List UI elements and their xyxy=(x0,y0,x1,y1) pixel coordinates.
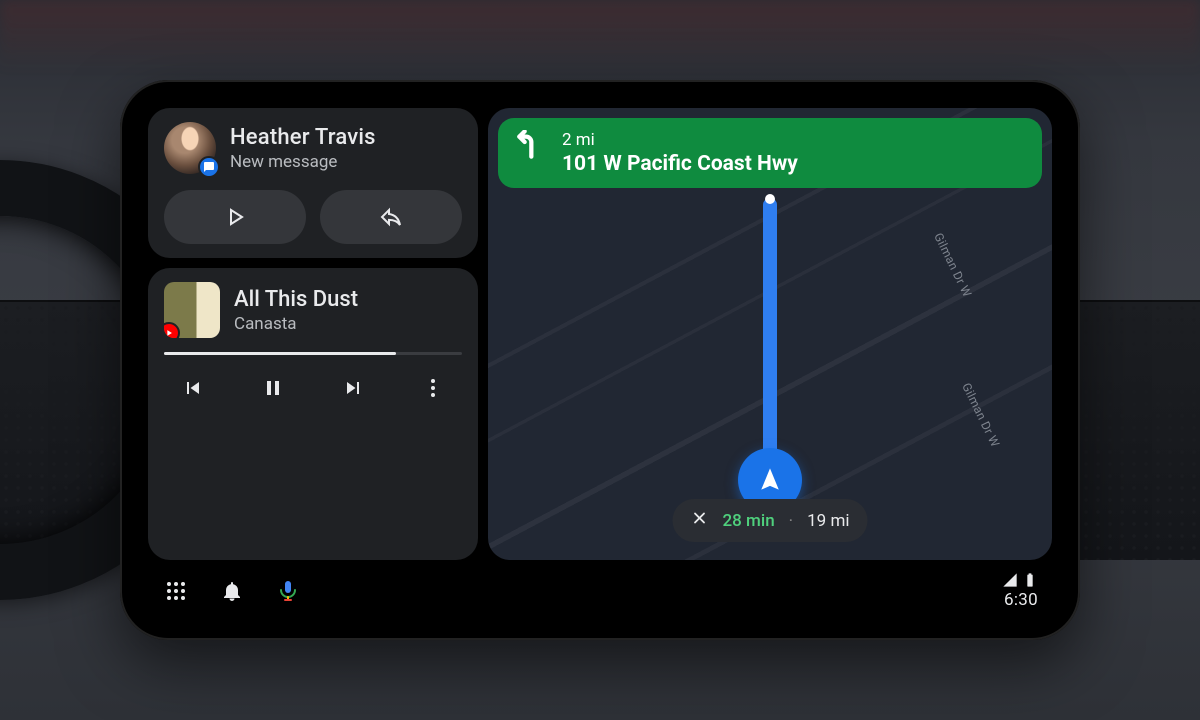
playback-progress[interactable] xyxy=(164,352,462,355)
screen: Heather Travis New message xyxy=(138,98,1062,622)
track-title: All This Dust xyxy=(234,287,358,312)
mic-icon xyxy=(276,579,300,603)
nav-bar-right: 6:30 xyxy=(1002,572,1038,610)
apps-grid-icon xyxy=(164,579,188,603)
track-artist: Canasta xyxy=(234,314,358,334)
media-app-badge-icon xyxy=(164,322,180,338)
navigation-arrow-icon xyxy=(756,466,784,494)
album-art xyxy=(164,282,220,338)
route-line xyxy=(763,198,777,458)
eta-distance: 19 mi xyxy=(807,511,849,531)
reply-button[interactable] xyxy=(320,190,462,244)
media-controls xyxy=(164,365,462,415)
eta-time: 28 min xyxy=(723,511,775,531)
pause-icon xyxy=(261,376,285,400)
media-card[interactable]: All This Dust Canasta xyxy=(148,268,478,560)
map-road-label: Gilman Dr W xyxy=(932,231,975,300)
message-card[interactable]: Heather Travis New message xyxy=(148,108,478,258)
messages-app-badge-icon xyxy=(198,156,220,178)
voice-assistant-button[interactable] xyxy=(274,577,302,605)
message-sender: Heather Travis xyxy=(230,125,376,150)
turn-left-icon xyxy=(514,130,546,162)
environment-reflection xyxy=(0,0,1200,70)
close-eta-button[interactable] xyxy=(691,509,709,532)
playback-progress-fill xyxy=(164,352,396,355)
navigation-banner[interactable]: 2 mi 101 W Pacific Coast Hwy xyxy=(498,118,1042,188)
more-vert-icon xyxy=(421,376,445,400)
head-unit-device: Heather Travis New message xyxy=(120,80,1080,640)
content-area: Heather Travis New message xyxy=(138,98,1062,560)
notifications-button[interactable] xyxy=(218,577,246,605)
avatar xyxy=(164,122,216,174)
message-subtitle: New message xyxy=(230,152,376,172)
navigation-street: 101 W Pacific Coast Hwy xyxy=(562,152,798,176)
close-icon xyxy=(691,509,709,527)
left-column: Heather Travis New message xyxy=(148,108,478,560)
eta-separator: · xyxy=(789,511,793,531)
reply-icon xyxy=(379,205,403,229)
previous-track-button[interactable] xyxy=(170,365,216,411)
map-pane[interactable]: 2 mi 101 W Pacific Coast Hwy Gilman Dr W… xyxy=(488,108,1052,560)
system-nav-bar: 6:30 xyxy=(138,560,1062,622)
media-header: All This Dust Canasta xyxy=(164,282,462,338)
skip-previous-icon xyxy=(181,376,205,400)
eta-pill[interactable]: 28 min · 19 mi xyxy=(673,499,868,542)
app-launcher-button[interactable] xyxy=(162,577,190,605)
status-icons xyxy=(1002,572,1038,588)
cellular-signal-icon xyxy=(1002,572,1018,588)
map-road-label: Gilman Dr W xyxy=(960,381,1003,450)
skip-next-icon xyxy=(341,376,365,400)
bell-icon xyxy=(220,579,244,603)
pause-button[interactable] xyxy=(250,365,296,411)
message-actions xyxy=(164,190,462,244)
status-clock: 6:30 xyxy=(1004,590,1038,610)
next-track-button[interactable] xyxy=(330,365,376,411)
nav-bar-left xyxy=(162,577,302,605)
more-options-button[interactable] xyxy=(410,365,456,411)
navigation-info: 2 mi 101 W Pacific Coast Hwy xyxy=(562,130,798,176)
play-icon xyxy=(223,205,247,229)
track-info: All This Dust Canasta xyxy=(234,287,358,334)
battery-icon xyxy=(1022,572,1038,588)
navigation-distance: 2 mi xyxy=(562,130,798,150)
message-text: Heather Travis New message xyxy=(230,125,376,172)
message-header: Heather Travis New message xyxy=(164,122,462,174)
play-message-button[interactable] xyxy=(164,190,306,244)
